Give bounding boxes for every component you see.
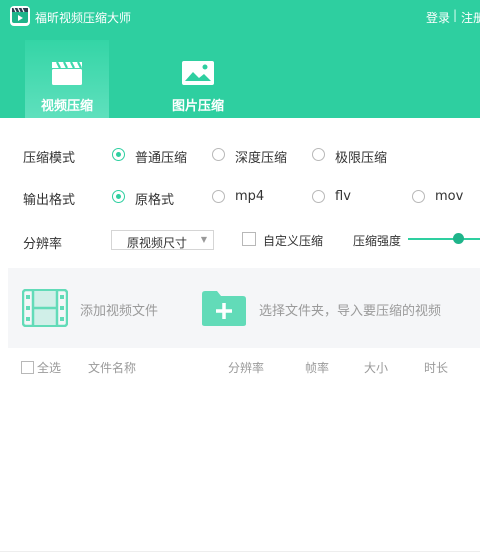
tab-video-label: 视频压缩	[40, 99, 93, 114]
tab-image-compress[interactable]: 图片压缩	[160, 40, 236, 118]
image-icon	[181, 60, 215, 90]
column-duration: 时长	[424, 361, 449, 375]
add-folder-icon[interactable]	[201, 290, 247, 331]
option-normal-compress[interactable]: 普通压缩	[135, 147, 187, 166]
resolution-select-value: 原视频尺寸	[127, 236, 188, 250]
option-deep-compress[interactable]: 深度压缩	[235, 147, 287, 166]
option-mov[interactable]: mov	[435, 189, 463, 204]
title-bar: 福昕视频压缩大师 登录 | 注册	[0, 0, 480, 34]
custom-compress-label[interactable]: 自定义压缩	[263, 232, 323, 249]
login-link[interactable]: 登录	[426, 9, 450, 26]
option-extreme-compress[interactable]: 极限压缩	[335, 147, 387, 166]
radio-extreme-compress[interactable]	[312, 148, 325, 161]
compress-mode-label: 压缩模式	[23, 151, 76, 166]
tab-image-label: 图片压缩	[171, 99, 224, 114]
resolution-label: 分辨率	[23, 237, 63, 252]
header-separator: |	[453, 8, 458, 22]
drop-zone[interactable]: 添加视频文件 选择文件夹，导入要压缩的视频	[8, 268, 480, 348]
tab-video-compress[interactable]: 视频压缩	[25, 40, 109, 118]
app-logo-icon	[10, 6, 30, 26]
register-link[interactable]: 注册	[461, 9, 480, 26]
option-flv[interactable]: flv	[335, 189, 351, 204]
compress-strength-label: 压缩强度	[353, 234, 402, 248]
clapperboard-icon	[51, 60, 83, 90]
film-icon[interactable]	[21, 288, 69, 331]
compress-strength-slider[interactable]	[408, 238, 480, 240]
option-mp4[interactable]: mp4	[235, 189, 264, 204]
radio-deep-compress[interactable]	[212, 148, 225, 161]
select-all-label[interactable]: 全选	[37, 359, 61, 376]
column-resolution: 分辨率	[228, 361, 265, 375]
custom-compress-checkbox[interactable]	[242, 232, 256, 246]
option-original-format[interactable]: 原格式	[135, 189, 174, 208]
column-frame-rate: 帧率	[305, 361, 330, 375]
resolution-select[interactable]: 原视频尺寸 ▼	[111, 230, 214, 250]
output-format-label: 输出格式	[23, 193, 76, 208]
column-size: 大小	[364, 361, 389, 375]
select-all-checkbox[interactable]	[21, 361, 34, 374]
radio-normal-compress[interactable]	[112, 148, 125, 161]
add-video-file-button[interactable]: 添加视频文件	[80, 300, 158, 319]
radio-flv[interactable]	[312, 190, 325, 203]
radio-mp4[interactable]	[212, 190, 225, 203]
column-file-name: 文件名称	[88, 361, 137, 375]
select-folder-button[interactable]: 选择文件夹，导入要压缩的视频	[259, 300, 441, 319]
radio-mov[interactable]	[412, 190, 425, 203]
app-title: 福昕视频压缩大师	[35, 11, 132, 25]
app-header: 福昕视频压缩大师 登录 | 注册 视频压缩 图片压缩	[0, 0, 480, 118]
radio-original-format[interactable]	[112, 190, 125, 203]
slider-handle[interactable]	[453, 233, 464, 244]
chevron-down-icon: ▼	[200, 235, 207, 244]
